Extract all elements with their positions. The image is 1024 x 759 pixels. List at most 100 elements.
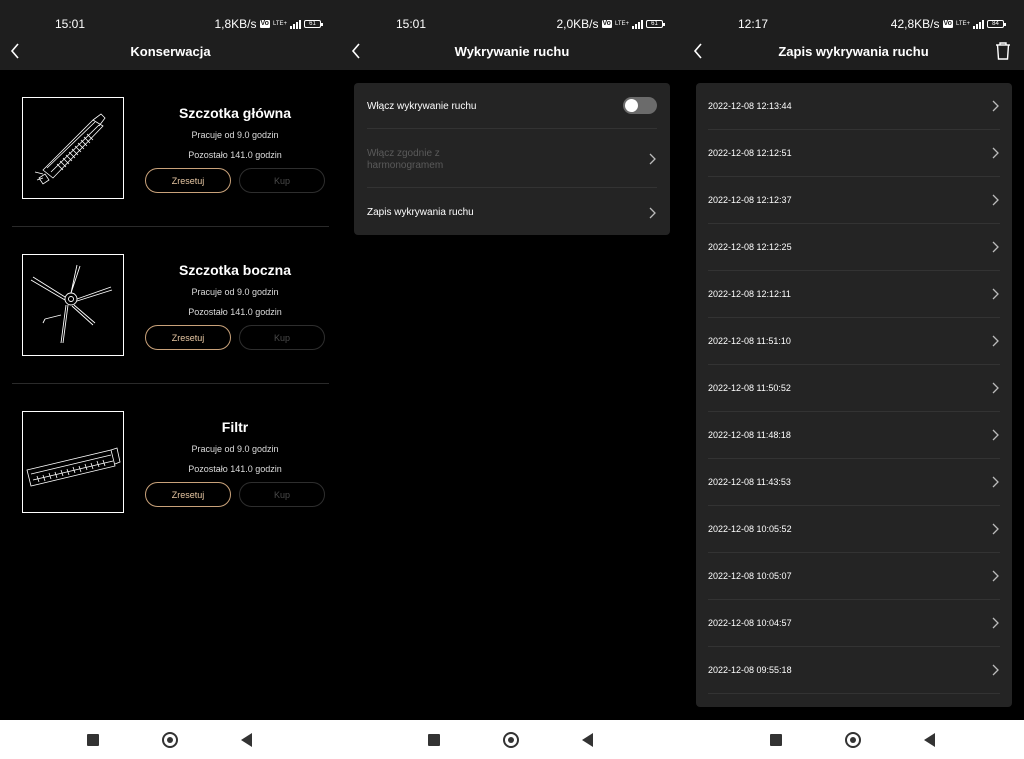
filter-icon — [22, 411, 124, 513]
triangle-back-icon — [241, 733, 252, 747]
toggle-knob — [625, 99, 638, 112]
remaining-hours: Pozostało 141.0 godzin — [188, 307, 282, 317]
setting-label: Włącz wykrywanie ruchu — [367, 101, 477, 112]
item-name: Filtr — [221, 419, 249, 435]
setting-schedule[interactable]: Włącz zgodnie z harmonogramem — [367, 129, 657, 188]
battery-icon: 84 — [987, 20, 1006, 28]
recents-button[interactable] — [84, 731, 102, 749]
chevron-right-icon — [649, 153, 656, 165]
motion-detection-screen: 15:01 2,0KB/s Vo LTE+ 61 Wykrywanie ruch… — [341, 0, 683, 720]
battery-icon: 61 — [304, 20, 323, 28]
log-entry-timestamp: 2022-12-08 12:12:25 — [708, 242, 792, 252]
volte-icon: Vo — [259, 20, 270, 28]
trash-icon — [996, 42, 1010, 60]
battery-icon: 61 — [646, 20, 665, 28]
log-entry-row[interactable]: 2022-12-08 10:05:07 — [708, 553, 1000, 600]
home-button[interactable] — [161, 731, 179, 749]
signal-icon — [632, 19, 643, 29]
chevron-right-icon — [992, 288, 999, 300]
setting-motion-detection[interactable]: Włącz wykrywanie ruchu — [367, 83, 657, 129]
circle-icon — [503, 732, 519, 748]
buy-button[interactable]: Kup — [239, 325, 325, 350]
volte-icon: Vo — [942, 20, 953, 28]
status-time: 12:17 — [738, 17, 769, 31]
log-entry-row[interactable]: 2022-12-08 10:04:57 — [708, 600, 1000, 647]
settings-card: Włącz wykrywanie ruchu Włącz zgodnie z h… — [354, 83, 670, 235]
page-title: Zapis wykrywania ruchu — [778, 44, 929, 59]
lte-icon: LTE+ — [955, 21, 970, 27]
system-back-button[interactable] — [579, 731, 597, 749]
triangle-back-icon — [924, 733, 935, 747]
log-entry-timestamp: 2022-12-08 11:50:52 — [708, 383, 791, 393]
motion-log-list: 2022-12-08 12:13:44 2022-12-08 12:12:51 20… — [696, 83, 1012, 707]
delete-button[interactable] — [992, 40, 1014, 62]
system-nav-bar — [0, 720, 1024, 759]
log-entry-row[interactable]: 2022-12-08 11:51:10 — [708, 318, 1000, 365]
chevron-right-icon — [992, 429, 999, 441]
log-entry-row[interactable]: 2022-12-08 11:43:53 — [708, 459, 1000, 506]
page-title: Wykrywanie ruchu — [454, 44, 570, 59]
log-entry-timestamp: 2022-12-08 12:13:44 — [708, 101, 792, 111]
side-brush-icon — [22, 254, 124, 356]
remaining-hours: Pozostało 141.0 godzin — [188, 150, 282, 160]
log-entry-row[interactable]: 2022-12-08 12:12:11 — [708, 271, 1000, 318]
recents-button[interactable] — [767, 731, 785, 749]
item-name: Szczotka boczna — [178, 262, 292, 278]
chevron-right-icon — [992, 476, 999, 488]
log-entry-row[interactable]: 2022-12-08 12:13:44 — [708, 83, 1000, 130]
maintenance-item-main-brush: Szczotka główna Pracuje od 9.0 godzin Po… — [12, 70, 329, 227]
volte-icon: Vo — [601, 20, 612, 28]
signal-icon — [290, 19, 301, 29]
square-icon — [770, 734, 782, 746]
reset-button[interactable]: Zresetuj — [145, 168, 231, 193]
log-entry-timestamp: 2022-12-08 12:12:51 — [708, 148, 792, 158]
buy-button[interactable]: Kup — [239, 482, 325, 507]
log-entry-row[interactable]: 2022-12-08 10:05:52 — [708, 506, 1000, 553]
log-entry-timestamp: 2022-12-08 12:12:11 — [708, 289, 791, 299]
home-button[interactable] — [502, 731, 520, 749]
setting-motion-log[interactable]: Zapis wykrywania ruchu — [367, 188, 657, 235]
lte-icon: LTE+ — [272, 21, 287, 27]
log-entry-timestamp: 2022-12-08 10:05:52 — [708, 524, 792, 534]
buy-button[interactable]: Kup — [239, 168, 325, 193]
worked-hours: Pracuje od 9.0 godzin — [191, 287, 279, 297]
maintenance-item-filter: Filtr Pracuje od 9.0 godzin Pozostało 14… — [12, 384, 329, 541]
system-back-button[interactable] — [238, 731, 256, 749]
recents-button[interactable] — [425, 731, 443, 749]
log-entry-row[interactable]: 2022-12-08 12:12:37 — [708, 177, 1000, 224]
reset-button[interactable]: Zresetuj — [145, 325, 231, 350]
remaining-hours: Pozostało 141.0 godzin — [188, 464, 282, 474]
setting-label: Włącz zgodnie z harmonogramem — [367, 148, 444, 171]
chevron-right-icon — [992, 664, 999, 676]
system-back-button[interactable] — [921, 731, 939, 749]
log-entry-row[interactable]: 2022-12-08 11:48:18 — [708, 412, 1000, 459]
app-bar: Zapis wykrywania ruchu — [683, 34, 1024, 70]
log-entry-timestamp: 2022-12-08 11:43:53 — [708, 477, 791, 487]
log-entry-row[interactable]: 2022-12-08 12:12:51 — [708, 130, 1000, 177]
log-entry-timestamp: 2022-12-08 09:55:18 — [708, 665, 792, 675]
chevron-right-icon — [992, 523, 999, 535]
worked-hours: Pracuje od 9.0 godzin — [191, 130, 279, 140]
reset-button[interactable]: Zresetuj — [145, 482, 231, 507]
home-button[interactable] — [844, 731, 862, 749]
status-time: 15:01 — [396, 17, 427, 31]
item-name: Szczotka główna — [178, 105, 292, 121]
chevron-right-icon — [992, 194, 999, 206]
circle-icon — [162, 732, 178, 748]
motion-detection-toggle[interactable] — [623, 97, 657, 114]
main-brush-icon — [22, 97, 124, 199]
log-entry-row[interactable]: 2022-12-08 12:12:25 — [708, 224, 1000, 271]
chevron-right-icon — [992, 241, 999, 253]
app-bar: Konserwacja — [0, 34, 341, 70]
log-entry-row[interactable]: 2022-12-08 09:55:18 — [708, 647, 1000, 694]
network-speed: 42,8KB/s — [890, 17, 940, 31]
log-entry-row[interactable]: 2022-12-08 11:50:52 — [708, 365, 1000, 412]
maintenance-item-side-brush: Szczotka boczna Pracuje od 9.0 godzin Po… — [12, 227, 329, 384]
chevron-right-icon — [992, 570, 999, 582]
log-entry-timestamp: 2022-12-08 10:04:57 — [708, 618, 792, 628]
chevron-right-icon — [649, 207, 656, 219]
square-icon — [428, 734, 440, 746]
chevron-right-icon — [992, 100, 999, 112]
lte-icon: LTE+ — [614, 21, 629, 27]
square-icon — [87, 734, 99, 746]
